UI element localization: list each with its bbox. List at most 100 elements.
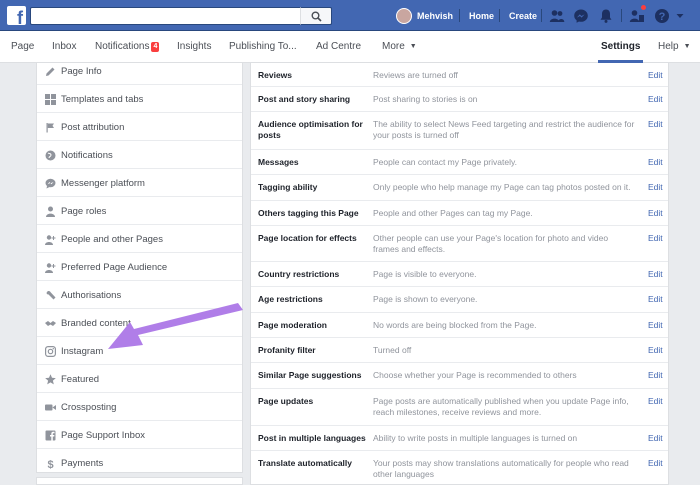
- tab-more[interactable]: More ▼: [382, 41, 417, 52]
- people-icon: [45, 263, 56, 273]
- sidebar-item-notifications[interactable]: Notifications: [37, 142, 242, 169]
- edit-link[interactable]: Edit: [648, 157, 663, 168]
- setting-value: Page is shown to everyone.: [373, 294, 478, 304]
- video-icon: [45, 404, 56, 411]
- sidebar-item-label: Messenger platform: [61, 178, 145, 189]
- sidebar-item-label: Authorisations: [61, 290, 122, 301]
- search-input[interactable]: [30, 7, 332, 25]
- help-icon[interactable]: ?: [654, 8, 670, 24]
- edit-link[interactable]: Edit: [648, 70, 663, 81]
- setting-name: Page location for effects: [258, 233, 357, 243]
- table-row: Page updates Page posts are automaticall…: [251, 389, 668, 426]
- setting-name: Age restrictions: [258, 294, 323, 304]
- edit-link[interactable]: Edit: [648, 433, 663, 444]
- sidebar-item-post-attribution[interactable]: Post attribution: [37, 114, 242, 141]
- sidebar-item-messenger-platform[interactable]: Messenger platform: [37, 170, 242, 197]
- sidebar-item-label: Payments: [61, 458, 104, 469]
- table-row: Profanity filter Turned off Edit: [251, 338, 668, 363]
- setting-value: Only people who help manage my Page can …: [373, 182, 631, 192]
- divider: [459, 9, 460, 22]
- edit-link[interactable]: Edit: [648, 370, 663, 381]
- notification-count-badge: 4: [151, 42, 160, 52]
- sidebar-item-branded-content[interactable]: Branded content: [37, 310, 242, 337]
- search-button[interactable]: [300, 7, 332, 25]
- sidebar-item-preferred-audience[interactable]: Preferred Page Audience: [37, 254, 242, 281]
- table-row: Others tagging this Page People and othe…: [251, 201, 668, 226]
- instagram-icon: [45, 346, 56, 357]
- edit-link[interactable]: Edit: [648, 94, 663, 105]
- setting-value: Page posts are automatically published w…: [373, 396, 629, 417]
- edit-link[interactable]: Edit: [648, 320, 663, 331]
- person-icon: [46, 206, 55, 217]
- setting-name: Similar Page suggestions: [258, 370, 362, 380]
- sidebar-item-page-info[interactable]: Page Info: [37, 58, 242, 85]
- setting-name: Page updates: [258, 396, 314, 406]
- profile-name: Mehvish: [417, 11, 454, 21]
- handshake-icon: [45, 321, 56, 326]
- facebook-logo-icon[interactable]: f: [7, 6, 26, 27]
- sidebar-item-label: Crossposting: [61, 402, 117, 413]
- sidebar-item-people-and-pages[interactable]: People and other Pages: [37, 226, 242, 253]
- table-row: Post in multiple languages Ability to wr…: [251, 426, 668, 451]
- sidebar-item-instagram[interactable]: Instagram: [37, 338, 242, 365]
- table-row: Page moderation No words are being block…: [251, 313, 668, 338]
- friend-requests-icon[interactable]: [549, 8, 565, 24]
- sidebar-item-support-inbox[interactable]: Page Support Inbox: [37, 422, 242, 449]
- divider: [621, 9, 622, 22]
- setting-value: Page is visible to everyone.: [373, 269, 477, 279]
- edit-link[interactable]: Edit: [648, 182, 663, 193]
- pencil-icon: [46, 67, 55, 76]
- table-row: Reviews Reviews are turned off Edit: [251, 63, 668, 87]
- sidebar-item-templates[interactable]: Templates and tabs: [37, 86, 242, 113]
- edit-link[interactable]: Edit: [648, 345, 663, 356]
- edit-link[interactable]: Edit: [648, 458, 663, 469]
- setting-value: Other people can use your Page's locatio…: [373, 233, 609, 254]
- tab-ad-centre[interactable]: Ad Centre: [316, 41, 361, 52]
- notifications-bell-icon[interactable]: [598, 8, 614, 24]
- tab-notifications[interactable]: Notifications 4: [95, 41, 160, 52]
- tab-publishing-tools[interactable]: Publishing To...: [229, 41, 297, 52]
- chevron-down-icon: ▼: [683, 43, 691, 50]
- divider: [499, 9, 500, 22]
- sidebar-item-crossposting[interactable]: Crossposting: [37, 394, 242, 421]
- table-row: Country restrictions Page is visible to …: [251, 262, 668, 287]
- edit-link[interactable]: Edit: [648, 396, 663, 407]
- setting-value: The ability to select News Feed targetin…: [373, 119, 635, 140]
- home-link[interactable]: Home: [469, 11, 494, 21]
- setting-value: People can contact my Page privately.: [373, 157, 517, 167]
- sidebar-item-authorisations[interactable]: Authorisations: [37, 282, 242, 309]
- profile-link[interactable]: Mehvish: [396, 8, 453, 24]
- sidebar-item-featured[interactable]: Featured: [37, 366, 242, 393]
- avatar: [396, 8, 412, 24]
- setting-name: Messages: [258, 157, 299, 167]
- sidebar-item-payments[interactable]: $ Payments: [37, 450, 242, 477]
- edit-link[interactable]: Edit: [648, 294, 663, 305]
- sidebar-item-page-roles[interactable]: Page roles: [37, 198, 242, 225]
- setting-name: Tagging ability: [258, 182, 318, 192]
- setting-value: No words are being blocked from the Page…: [373, 320, 537, 330]
- setting-name: Post and story sharing: [258, 94, 351, 104]
- setting-value: Your posts may show translations automat…: [373, 458, 629, 479]
- globe-icon: [45, 150, 56, 161]
- tab-inbox[interactable]: Inbox: [52, 41, 76, 52]
- tab-insights[interactable]: Insights: [177, 41, 211, 52]
- wrench-icon: [46, 291, 56, 300]
- tab-settings[interactable]: Settings: [601, 41, 640, 52]
- edit-link[interactable]: Edit: [648, 269, 663, 280]
- notification-dot: [640, 4, 647, 11]
- messenger-icon[interactable]: [573, 8, 589, 24]
- svg-text:$: $: [47, 459, 53, 469]
- account-menu-chevron-icon[interactable]: [675, 8, 685, 24]
- setting-name: Country restrictions: [258, 269, 340, 279]
- setting-value: Choose whether your Page is recommended …: [373, 370, 577, 380]
- dollar-icon: $: [47, 459, 53, 469]
- settings-sidebar: Page Info Templates and tabs Post attrib…: [36, 63, 243, 477]
- create-link[interactable]: Create: [509, 11, 537, 21]
- edit-link[interactable]: Edit: [648, 208, 663, 219]
- setting-value: Ability to write posts in multiple langu…: [373, 433, 578, 443]
- setting-name: Translate automatically: [258, 458, 353, 468]
- tab-help[interactable]: Help ▼: [658, 41, 691, 52]
- edit-link[interactable]: Edit: [648, 233, 663, 244]
- tab-page[interactable]: Page: [11, 41, 34, 52]
- edit-link[interactable]: Edit: [648, 119, 663, 130]
